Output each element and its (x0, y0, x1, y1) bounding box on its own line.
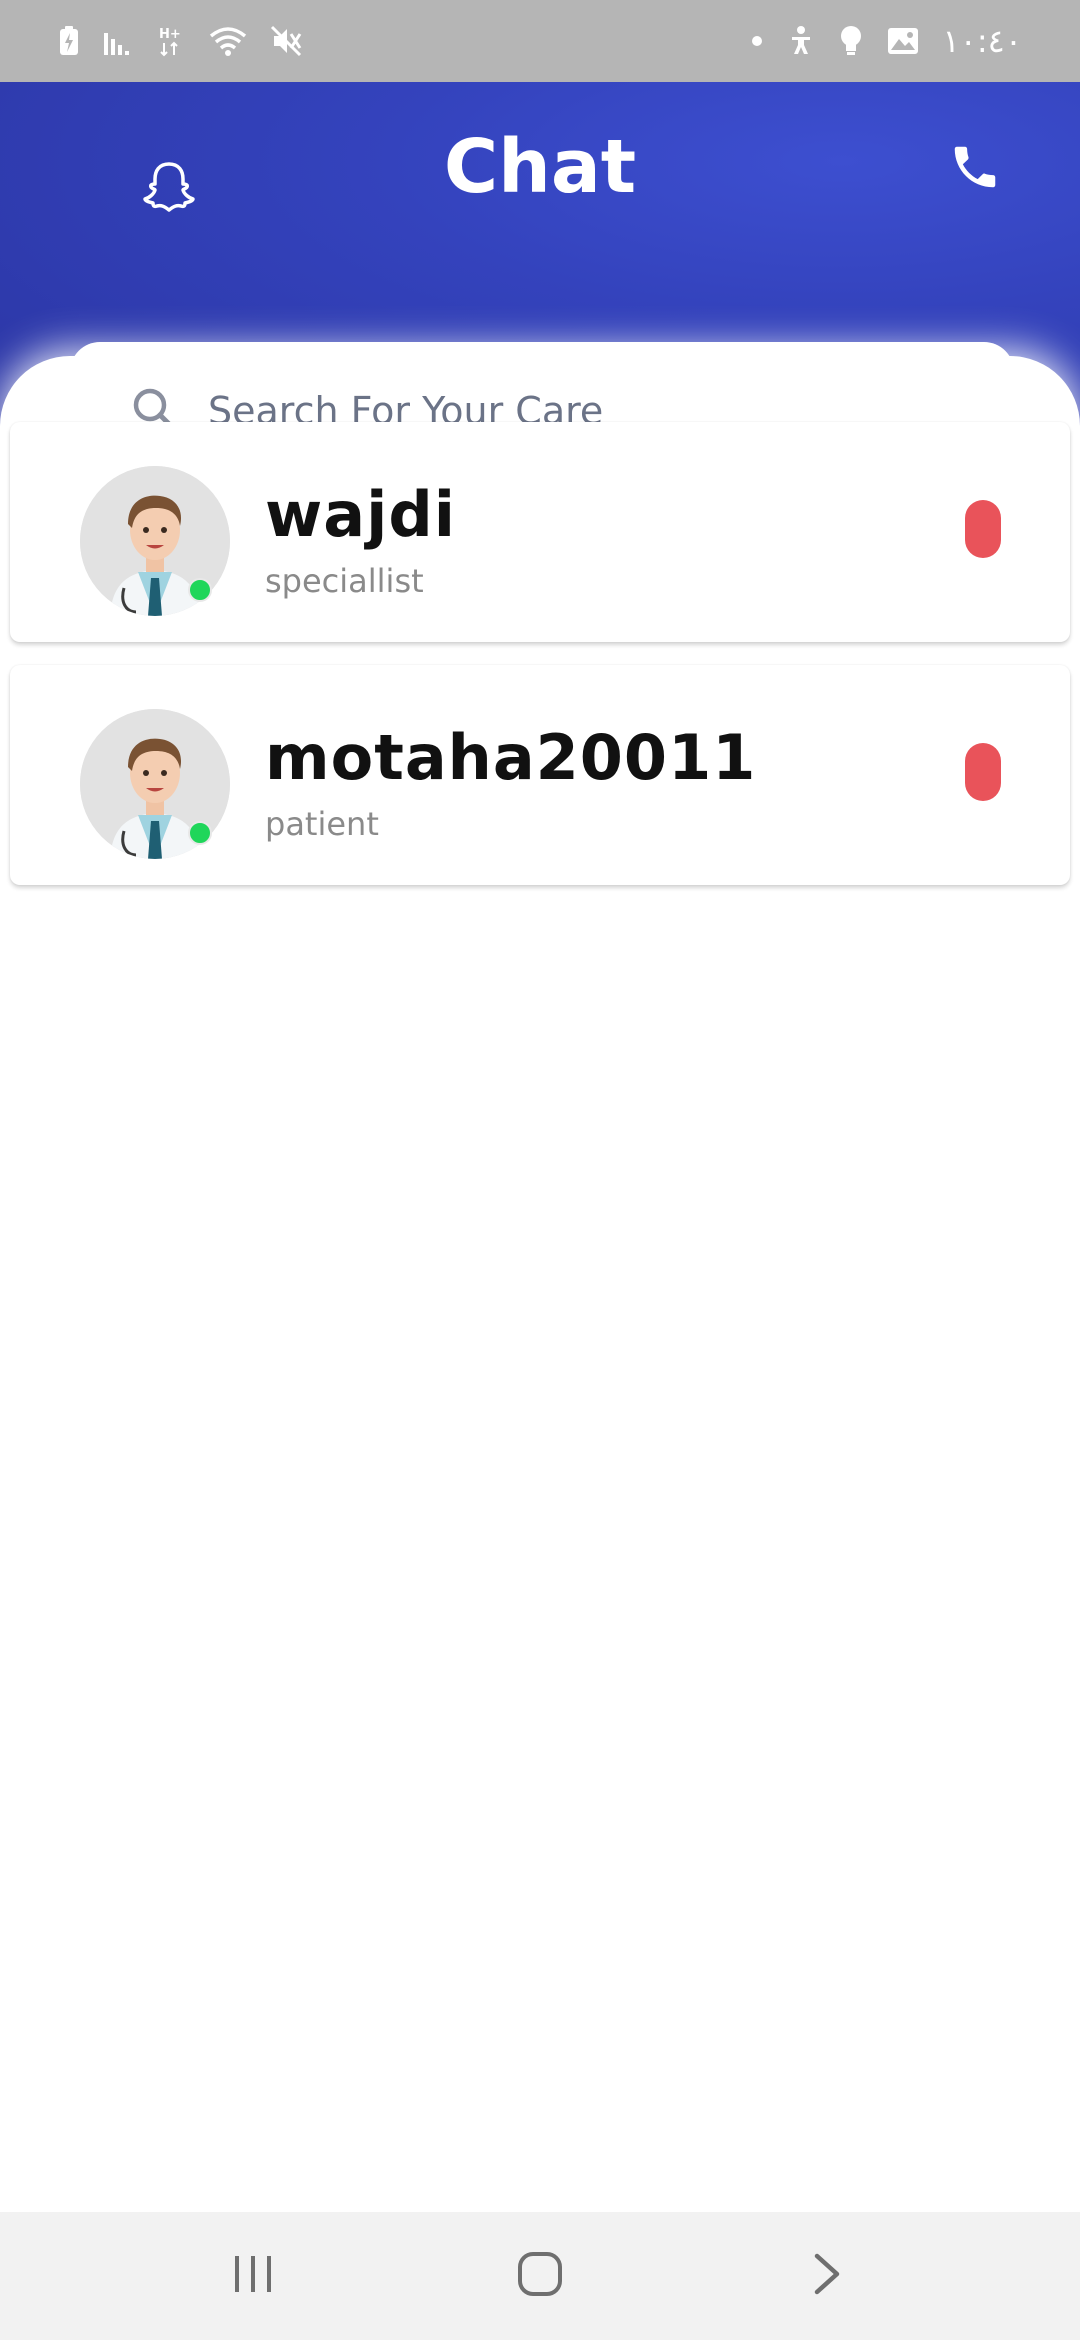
back-icon (811, 2252, 843, 2301)
status-badge (965, 743, 1001, 801)
call-button[interactable] (944, 138, 1006, 200)
online-indicator (188, 821, 212, 845)
mute-icon (270, 25, 304, 57)
header: Chat (0, 82, 1080, 480)
recent-apps-icon (231, 2254, 275, 2299)
gallery-icon (886, 26, 920, 56)
recent-apps-button[interactable] (193, 2226, 313, 2326)
contact-name: wajdi (265, 478, 456, 551)
online-indicator (188, 578, 212, 602)
status-bar: H+ ١٠:٤٠ (0, 0, 1080, 82)
page-title: Chat (443, 124, 637, 210)
status-badge (965, 500, 1001, 558)
chat-list-item[interactable]: motaha20011 patient (10, 665, 1070, 885)
status-time: ١٠:٤٠ (942, 22, 1022, 60)
system-nav-bar (0, 2212, 1080, 2340)
signal-icon (102, 25, 136, 57)
chat-list: wajdi speciallist motaha20011 patient (10, 422, 1070, 908)
contact-role: speciallist (265, 562, 424, 600)
status-right-icons: ١٠:٤٠ (750, 22, 1022, 60)
battery-charging-icon (58, 25, 80, 57)
wifi-icon (208, 25, 248, 57)
home-button[interactable] (480, 2226, 600, 2326)
accessibility-icon (786, 25, 816, 57)
contact-role: patient (265, 805, 379, 843)
phone-icon (948, 140, 1002, 199)
svg-text:H+: H+ (159, 27, 181, 42)
hplus-icon: H+ (158, 24, 186, 58)
status-left-icons: H+ (58, 24, 304, 58)
dot-icon (750, 34, 764, 48)
contact-name: motaha20011 (265, 721, 757, 794)
home-icon (516, 2250, 564, 2303)
chat-list-item[interactable]: wajdi speciallist (10, 422, 1070, 642)
bulb-icon (838, 25, 864, 57)
back-button[interactable] (767, 2226, 887, 2326)
